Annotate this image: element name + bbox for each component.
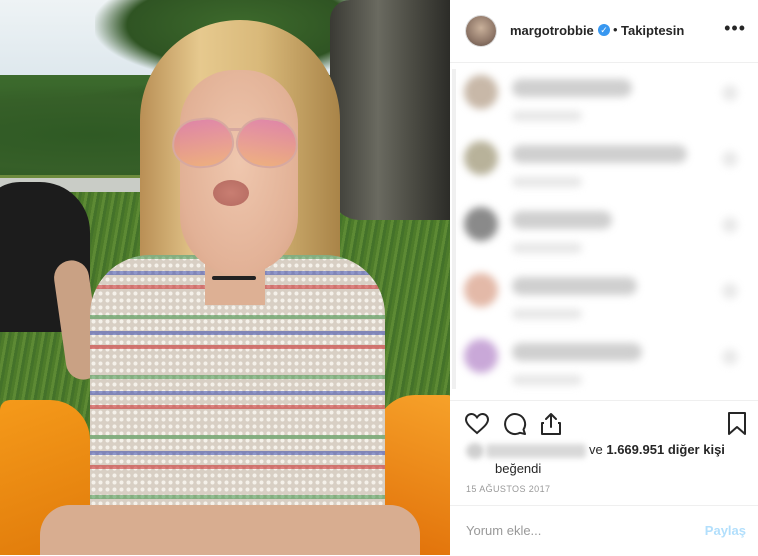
post-header: margotrobbie ✓ • Takiptesin ••• xyxy=(450,0,758,63)
share-button[interactable] xyxy=(538,411,564,437)
liked-label: beğendi xyxy=(495,461,542,476)
comment-avatar xyxy=(464,75,498,109)
photo-lips xyxy=(213,180,249,206)
comment-input[interactable] xyxy=(464,522,688,539)
photo-face xyxy=(180,70,298,275)
comment-text-blurred xyxy=(512,79,632,97)
comment-avatar xyxy=(464,273,498,307)
username-link[interactable]: margotrobbie xyxy=(510,23,594,38)
likes-prefix: ve xyxy=(589,442,603,457)
photo-choker xyxy=(212,276,256,280)
comment-text-blurred xyxy=(512,145,687,163)
likes-count[interactable]: 1.669.951 xyxy=(606,442,664,457)
comment-meta-blurred xyxy=(512,177,582,187)
comment-button[interactable] xyxy=(502,411,528,437)
comment-like-icon xyxy=(722,151,738,167)
add-comment-bar: Paylaş xyxy=(450,505,758,556)
liker-avatar-blurred xyxy=(466,442,484,459)
list-item xyxy=(460,71,750,131)
comment-like-icon xyxy=(722,349,738,365)
like-button[interactable] xyxy=(464,411,490,437)
list-item xyxy=(460,137,750,197)
likes-suffix[interactable]: diğer kişi xyxy=(668,442,725,457)
post-side-panel: margotrobbie ✓ • Takiptesin ••• ve 1.669… xyxy=(450,0,758,555)
share-icon xyxy=(541,413,561,435)
comment-meta-blurred xyxy=(512,243,582,253)
comment-avatar xyxy=(464,141,498,175)
verified-badge-icon: ✓ xyxy=(598,24,610,36)
comment-meta-blurred xyxy=(512,375,582,385)
photo-legs xyxy=(40,505,420,555)
more-options-icon[interactable]: ••• xyxy=(724,18,746,39)
follow-status-button[interactable]: Takiptesin xyxy=(621,23,684,38)
comment-text-blurred xyxy=(512,277,637,295)
photo-sunglasses-bridge xyxy=(228,128,242,131)
heart-icon xyxy=(464,412,490,435)
liker-name-blurred xyxy=(486,443,586,458)
comment-avatar xyxy=(464,339,498,373)
comment-like-icon xyxy=(722,217,738,233)
save-button[interactable] xyxy=(724,411,750,437)
comments-list[interactable] xyxy=(450,63,758,399)
post-comment-button[interactable]: Paylaş xyxy=(705,523,746,538)
list-item xyxy=(460,269,750,329)
separator-dot: • xyxy=(613,22,618,37)
comment-meta-blurred xyxy=(512,309,582,319)
comments-scrollbar[interactable] xyxy=(452,69,456,389)
comment-text-blurred xyxy=(512,343,642,361)
post-date[interactable]: 15 AĞUSTOS 2017 xyxy=(466,484,550,494)
comment-like-icon xyxy=(722,283,738,299)
list-item xyxy=(460,203,750,263)
photo-tree-trunk xyxy=(330,0,450,220)
post-actions-bar xyxy=(450,400,758,447)
bookmark-icon xyxy=(728,412,746,435)
likes-summary[interactable]: ve 1.669.951 diğer kişi xyxy=(466,442,725,459)
post-photo[interactable] xyxy=(0,0,450,555)
list-item xyxy=(460,335,750,395)
comment-meta-blurred xyxy=(512,111,582,121)
comment-avatar xyxy=(464,207,498,241)
comment-icon xyxy=(504,413,527,436)
comment-like-icon xyxy=(722,85,738,101)
comment-text-blurred xyxy=(512,211,612,229)
avatar[interactable] xyxy=(466,16,496,46)
